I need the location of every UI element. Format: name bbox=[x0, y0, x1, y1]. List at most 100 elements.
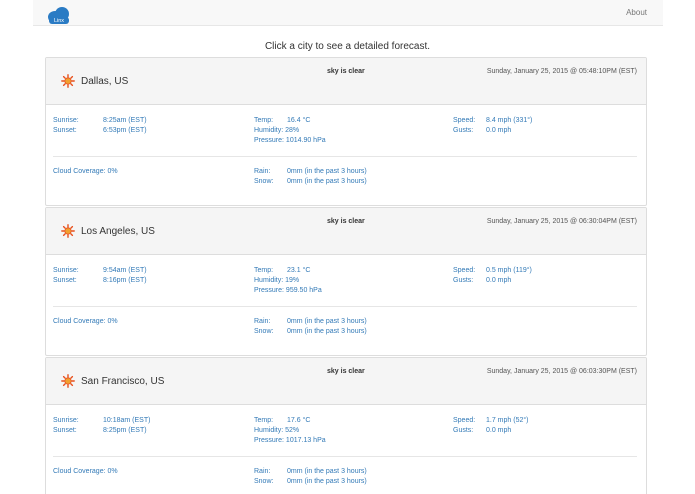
sunrise-label: Sunrise: bbox=[53, 267, 79, 274]
cloud-coverage-row: Cloud Coverage: 0% bbox=[53, 167, 118, 177]
temp-label: Temp: bbox=[254, 267, 274, 274]
cloud-value: 0% bbox=[107, 318, 118, 325]
gusts-label: Gusts: bbox=[453, 277, 474, 284]
pressure-value: 1014.90 hPa bbox=[285, 137, 326, 144]
sun-icon bbox=[61, 374, 75, 388]
sunset-value: 8:16pm (EST) bbox=[103, 277, 147, 284]
cloud-label: Cloud Coverage: bbox=[53, 318, 106, 325]
pressure-label: Pressure: bbox=[254, 437, 284, 444]
card-divider bbox=[53, 306, 637, 307]
snow-label: Snow: bbox=[254, 178, 274, 185]
sunrise-label: Sunrise: bbox=[53, 417, 79, 424]
pressure-value: 1017.13 hPa bbox=[285, 437, 326, 444]
gusts-value: 0.0 mph bbox=[486, 127, 512, 134]
rain-row: Rain: 0mm (in the past 3 hours) bbox=[254, 467, 367, 477]
city-card-header: San Francisco, US sky is clear Sunday, Jan… bbox=[46, 358, 646, 405]
navbar: Linx About bbox=[33, 0, 663, 26]
about-link[interactable]: About bbox=[626, 8, 647, 17]
pressure-value: 959.50 hPa bbox=[285, 287, 322, 294]
gusts-label: Gusts: bbox=[453, 127, 474, 134]
sunset-label: Sunset: bbox=[53, 127, 77, 134]
humidity-value: 19% bbox=[285, 277, 300, 284]
page-headline: Click a city to see a detailed forecast. bbox=[264, 41, 431, 52]
humidity-row: Humidity: 19% bbox=[254, 276, 299, 286]
card-divider bbox=[53, 456, 637, 457]
city-card-body: Sunrise: 9:54am (EST) Sunset: 8:16pm (EST) T… bbox=[46, 255, 646, 355]
speed-value: 8.4 mph (331°) bbox=[486, 117, 533, 124]
snow-value: 0mm (in the past 3 hours) bbox=[287, 478, 367, 485]
sunset-row: Sunset: 6:53pm (EST) bbox=[53, 126, 147, 136]
pressure-label: Pressure: bbox=[254, 137, 284, 144]
pressure-row: Pressure: 1017.13 hPa bbox=[254, 436, 326, 446]
weather-condition: sky is clear bbox=[327, 218, 365, 225]
rain-row: Rain: 0mm (in the past 3 hours) bbox=[254, 317, 367, 327]
rain-value: 0mm (in the past 3 hours) bbox=[287, 468, 367, 475]
cloud-logo-icon: Linx bbox=[48, 7, 69, 24]
temp-row: Temp: 17.6 °C bbox=[254, 416, 310, 426]
card-divider bbox=[53, 156, 637, 157]
gusts-value: 0.0 mph bbox=[486, 427, 512, 434]
rain-value: 0mm (in the past 3 hours) bbox=[287, 318, 367, 325]
speed-value: 0.5 mph (119°) bbox=[486, 267, 532, 274]
speed-label: Speed: bbox=[453, 417, 476, 424]
sunset-label: Sunset: bbox=[53, 277, 77, 284]
temp-row: Temp: 23.1 °C bbox=[254, 266, 310, 276]
city-card[interactable]: Los Angeles, US sky is clear Sunday, Janua… bbox=[45, 207, 647, 356]
brand-logo[interactable]: Linx bbox=[47, 6, 71, 24]
humidity-row: Humidity: 28% bbox=[254, 126, 299, 136]
wind-speed-row: Speed: 8.4 mph (331°) bbox=[453, 116, 532, 126]
sunrise-label: Sunrise: bbox=[53, 117, 79, 124]
city-name[interactable]: San Francisco, US bbox=[81, 376, 164, 387]
forecast-datetime: Sunday, January 25, 2015 @ 05:48:10PM (E… bbox=[486, 68, 637, 75]
cloud-label: Cloud Coverage: bbox=[53, 468, 106, 475]
speed-label: Speed: bbox=[453, 117, 476, 124]
wind-gusts-row: Gusts: 0.0 mph bbox=[453, 126, 511, 136]
snow-label: Snow: bbox=[254, 478, 274, 485]
rain-label: Rain: bbox=[254, 468, 271, 475]
snow-value: 0mm (in the past 3 hours) bbox=[287, 178, 367, 185]
city-name[interactable]: Los Angeles, US bbox=[81, 226, 155, 237]
wind-gusts-row: Gusts: 0.0 mph bbox=[453, 426, 511, 436]
rain-row: Rain: 0mm (in the past 3 hours) bbox=[254, 167, 367, 177]
temp-label: Temp: bbox=[254, 117, 274, 124]
weather-condition: sky is clear bbox=[327, 368, 365, 375]
cloud-coverage-row: Cloud Coverage: 0% bbox=[53, 317, 118, 327]
humidity-label: Humidity: bbox=[254, 277, 284, 284]
forecast-datetime: Sunday, January 25, 2015 @ 06:03:30PM (E… bbox=[486, 368, 637, 375]
humidity-value: 52% bbox=[285, 427, 300, 434]
cloud-label: Cloud Coverage: bbox=[53, 168, 106, 175]
temp-value: 23.1 °C bbox=[287, 267, 311, 274]
humidity-value: 28% bbox=[285, 127, 300, 134]
wind-speed-row: Speed: 1.7 mph (52°) bbox=[453, 416, 529, 426]
sun-icon bbox=[61, 74, 75, 88]
city-card[interactable]: Dallas, US sky is clear Sunday, January 25… bbox=[45, 57, 647, 206]
rain-value: 0mm (in the past 3 hours) bbox=[287, 168, 367, 175]
city-card-header: Dallas, US sky is clear Sunday, January 25… bbox=[46, 58, 646, 105]
temp-label: Temp: bbox=[254, 417, 274, 424]
sunset-value: 6:53pm (EST) bbox=[103, 127, 147, 134]
pressure-row: Pressure: 1014.90 hPa bbox=[254, 136, 326, 146]
sunset-row: Sunset: 8:16pm (EST) bbox=[53, 276, 147, 286]
sunrise-row: Sunrise: 9:54am (EST) bbox=[53, 266, 147, 276]
sunset-label: Sunset: bbox=[53, 427, 77, 434]
humidity-row: Humidity: 52% bbox=[254, 426, 299, 436]
snow-value: 0mm (in the past 3 hours) bbox=[287, 328, 367, 335]
pressure-row: Pressure: 959.50 hPa bbox=[254, 286, 322, 296]
brand-text: Linx bbox=[54, 18, 64, 24]
gusts-label: Gusts: bbox=[453, 427, 474, 434]
sunset-row: Sunset: 8:25pm (EST) bbox=[53, 426, 147, 436]
sunset-value: 8:25pm (EST) bbox=[103, 427, 147, 434]
city-card[interactable]: San Francisco, US sky is clear Sunday, Jan… bbox=[45, 357, 647, 494]
city-name[interactable]: Dallas, US bbox=[81, 76, 128, 87]
cloud-coverage-row: Cloud Coverage: 0% bbox=[53, 467, 118, 477]
cloud-value: 0% bbox=[107, 168, 118, 175]
snow-label: Snow: bbox=[254, 328, 274, 335]
humidity-label: Humidity: bbox=[254, 127, 284, 134]
forecast-datetime: Sunday, January 25, 2015 @ 06:30:04PM (E… bbox=[486, 218, 637, 225]
city-card-body: Sunrise: 10:18am (EST) Sunset: 8:25pm (EST)… bbox=[46, 405, 646, 494]
city-card-header: Los Angeles, US sky is clear Sunday, Janua… bbox=[46, 208, 646, 255]
humidity-label: Humidity: bbox=[254, 427, 284, 434]
rain-label: Rain: bbox=[254, 318, 271, 325]
wind-gusts-row: Gusts: 0.0 mph bbox=[453, 276, 511, 286]
snow-row: Snow: 0mm (in the past 3 hours) bbox=[254, 177, 367, 187]
